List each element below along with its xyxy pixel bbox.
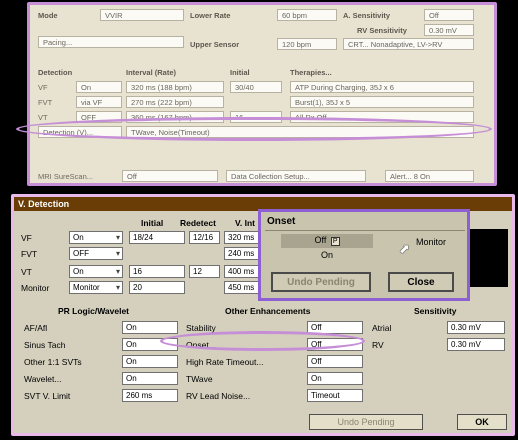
alert-button[interactable]: Alert... 8 On (385, 170, 474, 182)
rv-sensitivity-label: RV (372, 340, 384, 350)
vf-status[interactable]: On (76, 81, 122, 93)
detection-header: Detection (38, 68, 73, 77)
mri-surescan-label[interactable]: MRI SureScan... (38, 172, 93, 181)
a-sensitivity-label: A. Sensitivity (343, 11, 391, 20)
col-initial-header: Initial (141, 218, 164, 228)
vt-zone-label: VT (38, 113, 48, 122)
divider (265, 230, 465, 231)
sensitivity-header: Sensitivity (414, 306, 457, 316)
onset-option-on[interactable]: On (281, 249, 373, 263)
rv-sensitivity-value[interactable]: 0.30 mV (424, 24, 474, 36)
rv-sensitivity-label: RV Sensitivity (357, 26, 407, 35)
col-vint-header: V. Int (235, 218, 255, 228)
svt-v-limit-label: SVT V. Limit (24, 391, 71, 401)
wavelet-label[interactable]: Wavelet... (24, 374, 61, 384)
pr-logic-header: PR Logic/Wavelet (58, 306, 130, 316)
vf-interval[interactable]: 320 ms (188 bpm) (126, 81, 224, 93)
rv-sensitivity-field[interactable]: 0.30 mV (447, 338, 505, 351)
vt-status[interactable]: OFF (76, 111, 122, 123)
zone-monitor-label: Monitor (21, 283, 50, 293)
other-svt-label: Other 1:1 SVTs (24, 357, 82, 367)
fvt-status[interactable]: via VF (76, 96, 122, 108)
fvt-zone-label: FVT (38, 98, 53, 107)
upper-sensor-value[interactable]: 120 bpm (277, 38, 337, 50)
mri-surescan-value[interactable]: Off (122, 170, 218, 182)
initial-header: Initial (230, 68, 250, 77)
zone-monitor-state[interactable]: Monitor (69, 281, 123, 294)
vt-initial[interactable]: 16 (230, 111, 282, 123)
vt-therapy[interactable]: All Rx Off (290, 111, 474, 123)
twave-value[interactable]: On (307, 372, 363, 385)
sinus-tach-value[interactable]: On (122, 338, 178, 351)
upper-sensor-label: Upper Sensor (190, 40, 240, 49)
zone-vf-state[interactable]: On (69, 231, 123, 244)
rv-lead-noise-value[interactable]: Timeout (307, 389, 363, 402)
ok-button[interactable]: OK (457, 414, 507, 430)
onset-label[interactable]: Onset... (186, 340, 216, 350)
zone-monitor-initial[interactable]: 20 (129, 281, 185, 294)
popup-undo-pending-button[interactable]: Undo Pending (271, 272, 371, 292)
zone-vt-state[interactable]: On (69, 265, 123, 278)
data-collection-button[interactable]: Data Collection Setup... (226, 170, 366, 182)
stability-label: Stability (186, 323, 216, 333)
a-sensitivity-value[interactable]: Off (424, 9, 474, 21)
atrial-sensitivity-value[interactable]: 0.30 mV (447, 321, 505, 334)
therapies-header[interactable]: Therapies... (290, 68, 332, 77)
other-svt-value[interactable]: On (122, 355, 178, 368)
zone-vf-redetect[interactable]: 12/16 (189, 231, 220, 244)
popup-close-button[interactable]: Close (388, 272, 454, 292)
col-redetect-header: Redetect (180, 218, 216, 228)
vt-interval[interactable]: 360 ms (167 bpm) (126, 111, 224, 123)
detection-v-button[interactable]: Detection (V)... (38, 126, 122, 138)
onset-option-off-label: Off (314, 235, 327, 245)
onset-option-monitor[interactable]: Monitor (401, 237, 461, 251)
zone-vf-label: VF (21, 233, 32, 243)
af-afl-value[interactable]: On (122, 321, 178, 334)
interval-header: Interval (Rate) (126, 68, 177, 77)
high-rate-timeout-value[interactable]: Off (307, 355, 363, 368)
lower-rate-label: Lower Rate (190, 11, 231, 20)
pacing-button[interactable]: Pacing... (38, 36, 184, 48)
sinus-tach-label: Sinus Tach (24, 340, 66, 350)
zone-vt-redetect[interactable]: 12 (189, 265, 220, 278)
pointer-cursor-icon: ⬈ (399, 241, 410, 256)
zone-vt-initial[interactable]: 16 (129, 265, 185, 278)
undo-pending-button[interactable]: Undo Pending (309, 414, 423, 430)
crt-button[interactable]: CRT... Nonadaptive, LV->RV (343, 38, 474, 50)
enhancements-header: Other Enhancements (225, 306, 311, 316)
detection-v-value[interactable]: TWave, Noise(Timeout) (126, 126, 474, 138)
onset-value[interactable]: Off (307, 338, 363, 351)
zone-fvt-label: FVT (21, 249, 38, 259)
wavelet-value[interactable]: On (122, 372, 178, 385)
programmed-marker: P (330, 237, 340, 246)
vf-therapy[interactable]: ATP During Charging, 35J x 6 (290, 81, 474, 93)
lower-rate-value[interactable]: 60 bpm (277, 9, 337, 21)
programming-summary-screen: Mode VVIR Lower Rate 60 bpm A. Sensitivi… (27, 2, 497, 186)
stability-value[interactable]: Off (307, 321, 363, 334)
vf-zone-label: VF (38, 83, 48, 92)
zone-vt-label: VT (21, 267, 32, 277)
mode-label: Mode (38, 11, 58, 20)
zone-vf-initial[interactable]: 18/24 (129, 231, 185, 244)
atrial-sensitivity-label: Atrial (372, 323, 392, 333)
onset-option-off[interactable]: Off P (281, 234, 373, 248)
rv-lead-noise-label[interactable]: RV Lead Noise... (186, 391, 250, 401)
svt-v-limit-value[interactable]: 260 ms (122, 389, 178, 402)
af-afl-label: AF/Afl (24, 323, 48, 333)
fvt-therapy[interactable]: Burst(1), 35J x 5 (290, 96, 474, 108)
twave-label: TWave (186, 374, 213, 384)
fvt-interval[interactable]: 270 ms (222 bpm) (126, 96, 224, 108)
zone-fvt-state[interactable]: OFF (69, 247, 123, 260)
onset-popup: Onset Off P On Monitor Undo Pending Clos… (258, 209, 470, 301)
high-rate-timeout-label[interactable]: High Rate Timeout... (186, 357, 263, 367)
vf-initial[interactable]: 30/40 (230, 81, 282, 93)
onset-popup-title: Onset (267, 216, 296, 227)
mode-value[interactable]: VVIR (100, 9, 184, 21)
